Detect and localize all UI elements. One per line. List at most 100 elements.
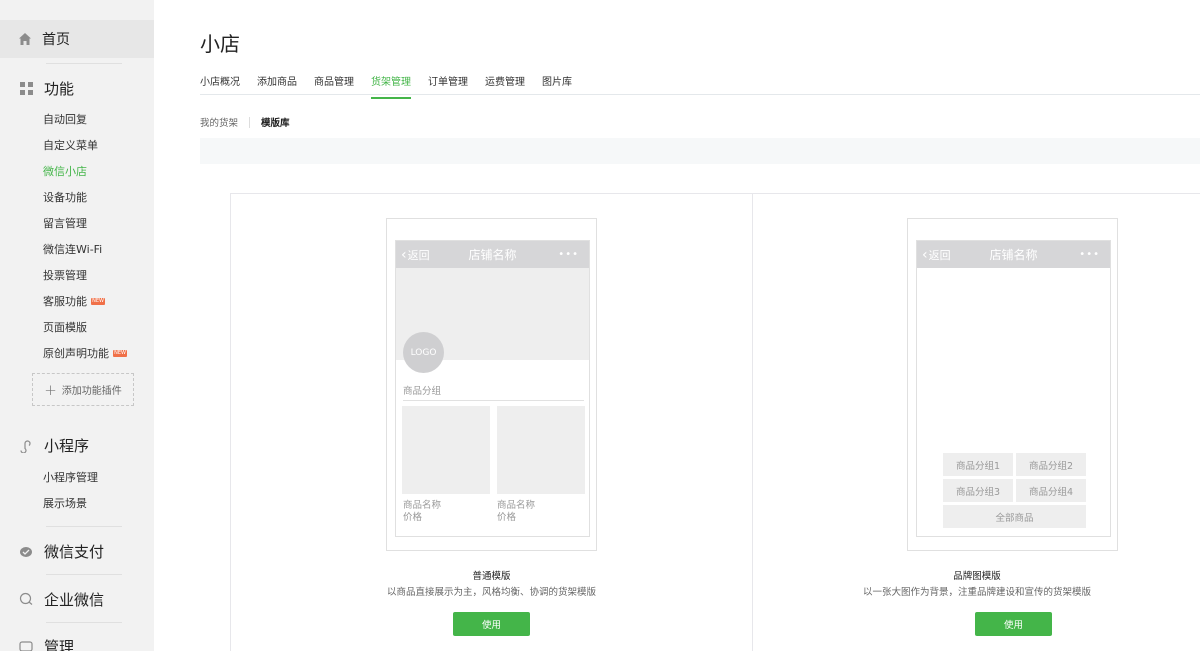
sidebar-item-wechat-store[interactable]: 微信小店 [43, 163, 87, 179]
sidebar-item-label: 小程序管理 [43, 471, 98, 484]
phone-navbar: 店铺名称 ‹ 返回 ••• [396, 241, 589, 268]
chevron-left-icon: ‹ [922, 246, 928, 263]
new-badge: NEW [91, 297, 105, 305]
product-image [402, 406, 490, 494]
product-info: 商品名称 价格 [403, 500, 441, 524]
tab-order-manage[interactable]: 订单管理 [428, 73, 468, 99]
tab-bar: 小店概况 添加商品 商品管理 货架管理 订单管理 运费管理 图片库 [200, 73, 589, 99]
divider [46, 63, 122, 64]
sidebar-section-manage[interactable]: 管理 [18, 636, 74, 651]
subtab-bar: 我的货架 模版库 [200, 115, 290, 129]
divider [200, 94, 1200, 95]
tab-product-manage[interactable]: 商品管理 [314, 73, 354, 99]
sidebar-item-label: 微信连Wi-Fi [43, 243, 103, 256]
sidebar-item-display-scene[interactable]: 展示场景 [43, 495, 87, 511]
template-card-normal: 店铺名称 ‹ 返回 ••• LOGO 商品分组 商品名称 价格 商品名称 价格 … [231, 194, 752, 651]
sidebar-section-enterprise[interactable]: 企业微信 [18, 589, 104, 610]
back-link: ‹ 返回 [922, 241, 951, 268]
sidebar-item-label: 留言管理 [43, 217, 87, 230]
sidebar-item-label: 自动回复 [43, 113, 87, 126]
phone-screen: 店铺名称 ‹ 返回 ••• LOGO 商品分组 商品名称 价格 商品名称 价格 [395, 240, 590, 537]
back-label: 返回 [407, 248, 430, 262]
link-icon [18, 438, 34, 454]
product-price: 价格 [403, 512, 423, 523]
phone-screen: 店铺名称 ‹ 返回 ••• 商品分组1 商品分组2 商品分组3 商品分组4 全部商… [916, 240, 1111, 537]
tab-image-library[interactable]: 图片库 [542, 73, 572, 99]
group-label: 商品分组 [403, 386, 442, 397]
sidebar-item-comments[interactable]: 留言管理 [43, 215, 87, 231]
use-template-button[interactable]: 使用 [975, 612, 1052, 636]
home-icon [19, 33, 31, 45]
sidebar-item-label: 投票管理 [43, 269, 87, 282]
phone-navbar: 店铺名称 ‹ 返回 ••• [917, 241, 1110, 268]
sidebar-item-miniprogram-manage[interactable]: 小程序管理 [43, 469, 98, 485]
subtab-my-shelf[interactable]: 我的货架 [200, 115, 238, 129]
plus-icon: + [44, 380, 57, 399]
sidebar-item-custom-menu[interactable]: 自定义菜单 [43, 137, 98, 153]
sidebar-item-auto-reply[interactable]: 自动回复 [43, 111, 87, 127]
sidebar-item-label: 原创声明功能 [43, 347, 109, 360]
section-label: 企业微信 [44, 591, 105, 609]
group-cell: 商品分组2 [1016, 453, 1086, 476]
template-panel: 店铺名称 ‹ 返回 ••• LOGO 商品分组 商品名称 价格 商品名称 价格 … [200, 164, 1200, 651]
product-name: 商品名称 [497, 500, 536, 511]
divider [46, 622, 122, 623]
grid-icon [18, 81, 34, 97]
sidebar-item-label: 微信小店 [43, 165, 87, 178]
tab-shelf-manage[interactable]: 货架管理 [371, 73, 411, 99]
all-products-cell: 全部商品 [943, 505, 1086, 528]
product-image [497, 406, 585, 494]
back-link: ‹ 返回 [401, 241, 430, 268]
divider [249, 116, 251, 128]
phone-preview: 店铺名称 ‹ 返回 ••• LOGO 商品分组 商品名称 价格 商品名称 价格 [386, 218, 597, 551]
product-price: 价格 [497, 512, 517, 523]
add-plugin-label: 添加功能插件 [61, 386, 122, 397]
sidebar-item-label: 首页 [42, 32, 70, 48]
new-badge: NEW [113, 349, 127, 357]
template-grid: 店铺名称 ‹ 返回 ••• LOGO 商品分组 商品名称 价格 商品名称 价格 … [230, 193, 1200, 651]
sidebar-item-label: 页面模版 [43, 321, 87, 334]
section-label: 功能 [44, 80, 75, 98]
phone-preview: 店铺名称 ‹ 返回 ••• 商品分组1 商品分组2 商品分组3 商品分组4 全部商… [907, 218, 1118, 551]
more-icon: ••• [558, 249, 579, 260]
main-content: 小店 小店概况 添加商品 商品管理 货架管理 订单管理 运费管理 图片库 我的货… [154, 0, 1200, 651]
sidebar-section-pay[interactable]: 微信支付 [18, 541, 104, 562]
sidebar-item-label: 客服功能 [43, 295, 87, 308]
manage-icon [18, 639, 34, 651]
sidebar-item-page-template[interactable]: 页面模版 [43, 319, 87, 335]
sidebar-item-customer-service[interactable]: 客服功能 NEW [43, 293, 105, 309]
sidebar-item-device[interactable]: 设备功能 [43, 189, 87, 205]
template-title: 普通模版 [472, 571, 511, 582]
sidebar-item-label: 自定义菜单 [43, 139, 98, 152]
sidebar: 首页 功能 自动回复 自定义菜单 微信小店 设备功能 留言管理 微信连Wi-Fi… [0, 0, 154, 651]
divider [403, 400, 584, 401]
template-title: 品牌图模版 [953, 571, 1001, 582]
sidebar-item-home[interactable]: 首页 [0, 20, 154, 58]
chevron-left-icon: ‹ [401, 246, 407, 263]
divider [46, 574, 122, 575]
add-plugin-button[interactable]: + 添加功能插件 [32, 373, 134, 406]
subtab-template-library[interactable]: 模版库 [261, 115, 290, 129]
chat-icon [18, 592, 34, 608]
sidebar-section-function[interactable]: 功能 [18, 78, 74, 99]
sidebar-section-miniprogram[interactable]: 小程序 [18, 435, 89, 456]
group-cell: 商品分组1 [943, 453, 1013, 476]
tab-add-product[interactable]: 添加商品 [257, 73, 297, 99]
product-info: 商品名称 价格 [497, 500, 535, 524]
back-label: 返回 [928, 248, 951, 262]
sidebar-item-wifi[interactable]: 微信连Wi-Fi [43, 241, 102, 257]
more-icon: ••• [1079, 249, 1100, 260]
group-cell: 商品分组4 [1016, 479, 1086, 502]
divider [46, 526, 122, 527]
logo-placeholder: LOGO [403, 332, 444, 373]
tab-shipping-manage[interactable]: 运费管理 [485, 73, 525, 99]
page-title: 小店 [200, 32, 240, 56]
pay-icon [18, 544, 34, 560]
template-description: 以一张大图作为背景，注重品牌建设和宣传的货架模版 [862, 587, 1091, 598]
product-name: 商品名称 [403, 500, 442, 511]
tab-store-overview[interactable]: 小店概况 [200, 73, 240, 99]
sidebar-item-original[interactable]: 原创声明功能 NEW [43, 345, 127, 361]
sidebar-item-vote[interactable]: 投票管理 [43, 267, 87, 283]
use-template-button[interactable]: 使用 [453, 612, 530, 636]
group-cell: 商品分组3 [943, 479, 1013, 502]
